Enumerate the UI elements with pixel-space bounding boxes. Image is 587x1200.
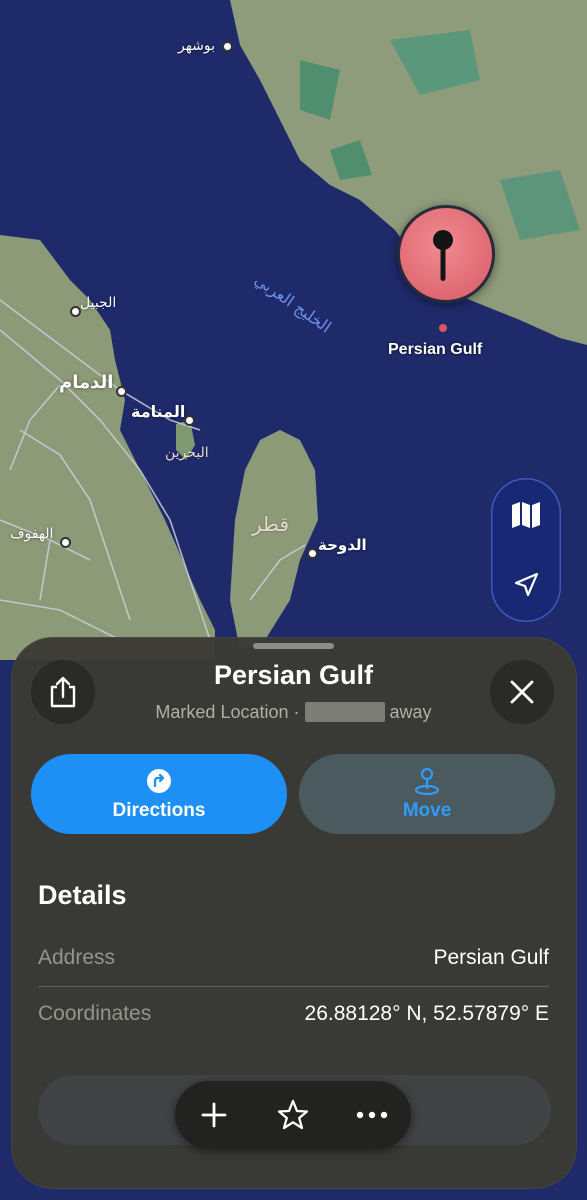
move-label: Move	[402, 800, 452, 821]
bottom-toolbar	[175, 1081, 411, 1149]
details-heading: Details	[38, 880, 127, 910]
star-icon	[277, 1099, 309, 1130]
more-button[interactable]	[342, 1085, 402, 1145]
coordinates-value: 26.88128° N, 52.57879° E	[304, 1002, 549, 1025]
subtitle-prefix: Marked Location ·	[155, 702, 300, 722]
directions-button[interactable]: Directions	[31, 754, 287, 834]
pin-title[interactable]: Persian Gulf	[388, 341, 482, 359]
coordinates-label: Coordinates	[38, 1002, 152, 1025]
city-label-dammam[interactable]: الدمام	[59, 372, 113, 393]
city-label-manama[interactable]: المنامة	[131, 402, 185, 421]
dammam-dot	[116, 386, 127, 397]
city-label-doha[interactable]: الدوحة	[318, 536, 367, 554]
close-button[interactable]	[490, 660, 554, 724]
detail-row-coordinates[interactable]: Coordinates 26.88128° N, 52.57879° E	[38, 1002, 549, 1042]
current-location-button[interactable]	[491, 550, 561, 620]
add-button[interactable]	[184, 1085, 244, 1145]
city-label-bushehr[interactable]: بوشهر	[178, 38, 215, 54]
city-label-hofuf[interactable]: الهفوف	[10, 526, 53, 542]
doha-dot	[307, 548, 318, 559]
hofuf-dot	[60, 537, 71, 548]
favorite-button[interactable]	[263, 1085, 323, 1145]
move-button[interactable]: Move	[299, 754, 555, 834]
country-label-qatar: قطر	[252, 512, 290, 536]
subtitle-suffix: away	[389, 702, 432, 722]
location-arrow-icon	[514, 572, 539, 597]
map-mode-button[interactable]	[491, 480, 561, 550]
marked-location-pin[interactable]	[397, 205, 495, 303]
pushpin-icon	[433, 230, 453, 281]
address-value: Persian Gulf	[433, 946, 549, 969]
city-label-jubail[interactable]: الجبيل	[80, 295, 116, 311]
close-icon	[510, 680, 534, 704]
bushehr-dot	[222, 41, 233, 52]
manama-dot	[184, 415, 195, 426]
redacted-distance	[304, 702, 385, 722]
move-pin-icon	[414, 767, 440, 796]
map-controls	[491, 478, 561, 622]
plus-icon	[201, 1102, 227, 1128]
address-label: Address	[38, 946, 116, 969]
sheet-grabber[interactable]	[253, 643, 334, 649]
directions-icon	[147, 769, 171, 793]
pin-location-dot	[439, 324, 447, 332]
map-icon	[512, 502, 540, 528]
detail-row-address[interactable]: Address Persian Gulf	[38, 946, 549, 986]
country-label-bahrain: البحرين	[165, 445, 209, 461]
detail-divider	[38, 986, 549, 987]
ellipsis-icon	[356, 1111, 387, 1119]
directions-label: Directions	[112, 800, 206, 821]
